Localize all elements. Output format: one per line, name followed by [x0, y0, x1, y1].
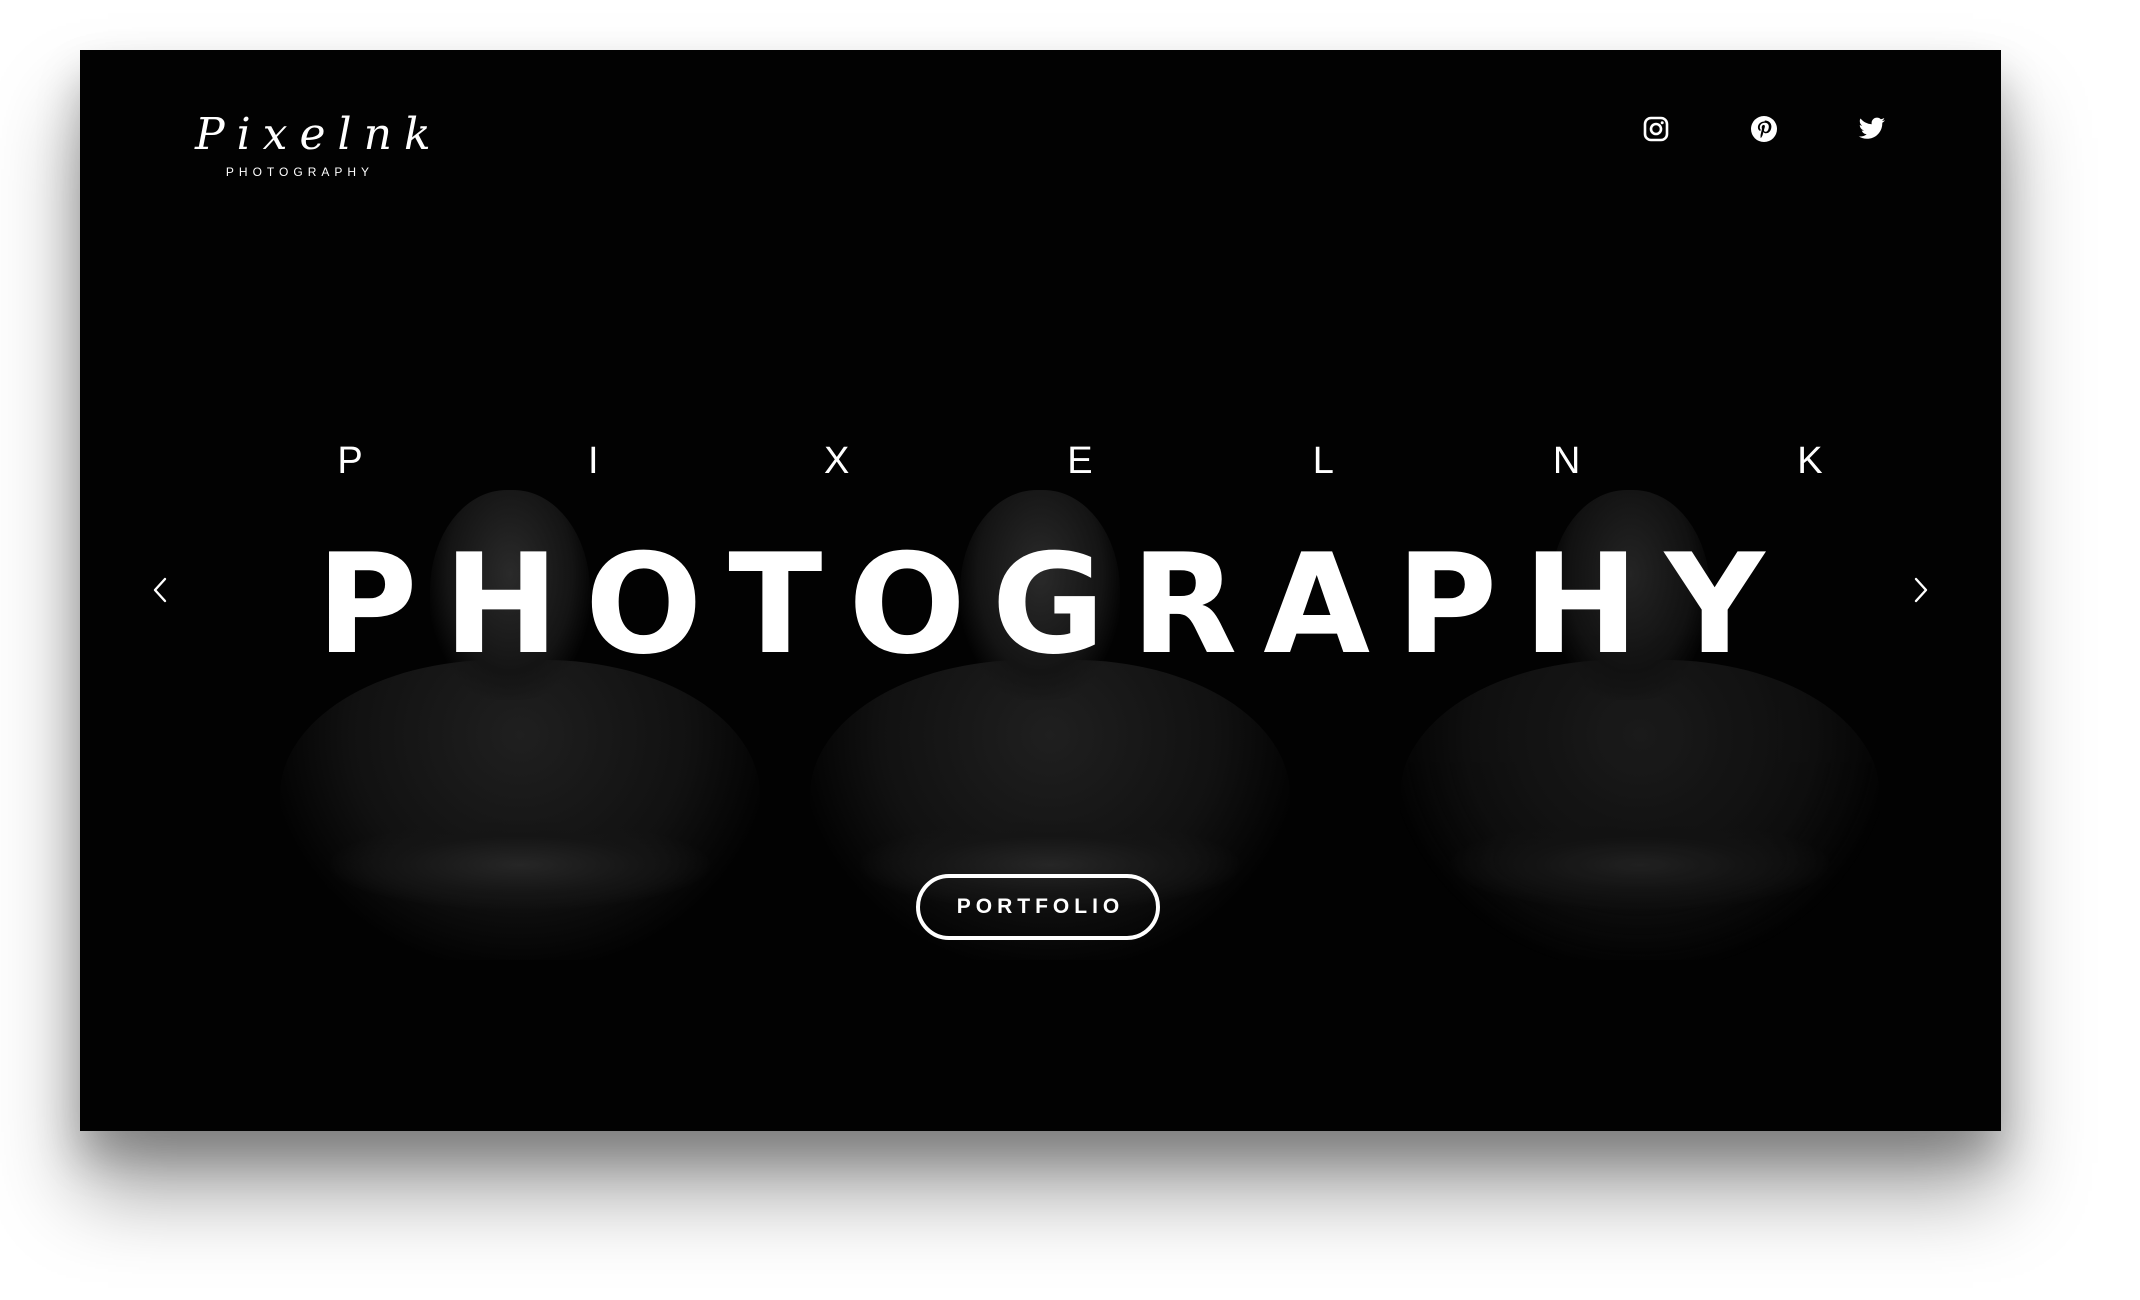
page-canvas: Pixelnk PHOTOGRAPHY P I X E L N K PHOTOG…: [0, 0, 2140, 1300]
portrait-body: [280, 660, 760, 960]
instagram-icon[interactable]: [1642, 115, 1670, 143]
kicker-letter: E: [1067, 440, 1093, 482]
portrait-arms: [330, 820, 710, 910]
kicker-letter: X: [823, 440, 850, 482]
social-links: [1642, 115, 1886, 143]
kicker-letter: I: [588, 440, 599, 482]
kicker-letter: N: [1552, 440, 1581, 482]
portrait-body: [1400, 660, 1880, 960]
portfolio-button[interactable]: PORTFOLIO: [916, 874, 1160, 940]
kicker-letter: K: [1797, 440, 1823, 482]
pinterest-icon[interactable]: [1750, 115, 1778, 143]
logo-subtitle: PHOTOGRAPHY: [225, 165, 375, 179]
twitter-icon[interactable]: [1858, 115, 1886, 143]
logo-script: Pixelnk: [195, 109, 443, 160]
hero-headline: PHOTOGRAPHY: [316, 524, 1791, 685]
portrait-arms: [1450, 820, 1830, 910]
brand-logo[interactable]: Pixelnk PHOTOGRAPHY: [195, 105, 443, 179]
kicker-letter: P: [337, 440, 363, 482]
hero-kicker: P I X E L N K: [330, 440, 1830, 483]
kicker-letter: L: [1312, 440, 1334, 482]
hero-screen: Pixelnk PHOTOGRAPHY P I X E L N K PHOTOG…: [80, 50, 2001, 1131]
